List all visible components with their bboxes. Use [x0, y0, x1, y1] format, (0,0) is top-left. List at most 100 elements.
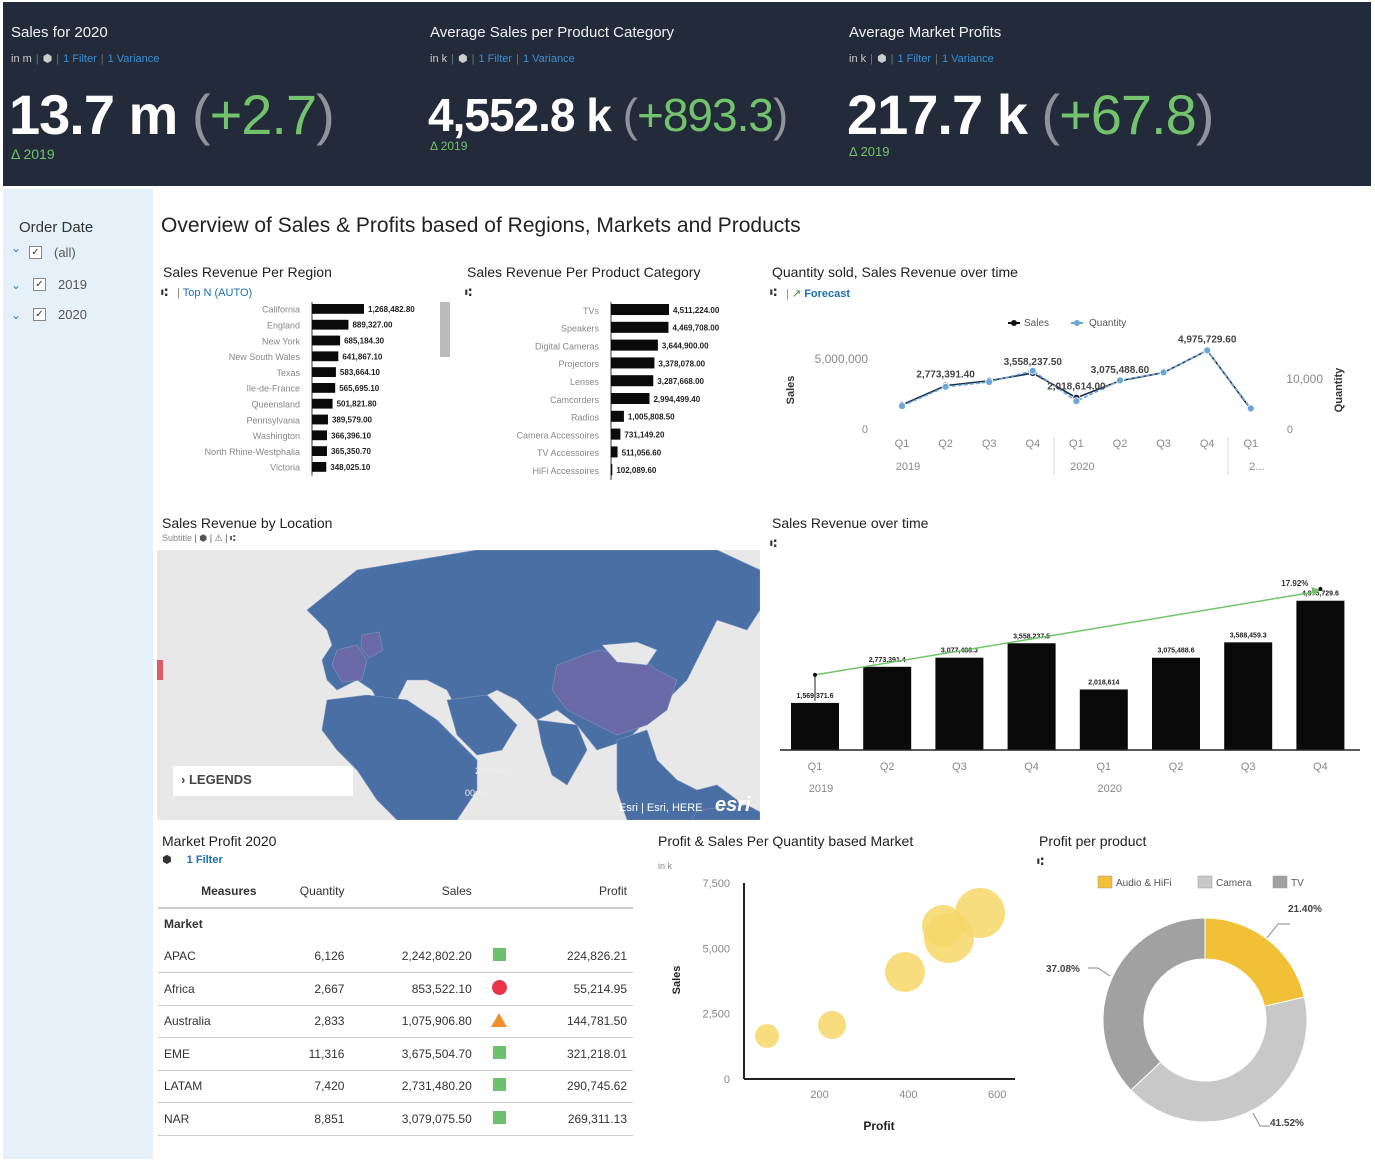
kpi-filter-link[interactable]: 1 Filter	[478, 53, 512, 65]
bar[interactable]	[312, 319, 349, 330]
table-row[interactable]: APAC 6,126 2,242,802.20 224,826.21	[158, 940, 633, 973]
bar[interactable]	[1296, 600, 1345, 750]
kpi-sales-2020[interactable]: Sales for 2020 in m | ⬢ | 1 Filter | 1 Varianc…	[3, 2, 413, 186]
line-point[interactable]	[1203, 346, 1212, 355]
bar[interactable]	[611, 446, 618, 458]
line-point[interactable]	[898, 402, 906, 410]
bar[interactable]	[863, 666, 912, 750]
bar-value-label: 4,469,708.00	[672, 324, 719, 333]
checkbox[interactable]: ✓	[33, 308, 46, 321]
kpi-filter-link[interactable]: 1 Filter	[897, 53, 931, 65]
col-header-measures[interactable]: Measures	[158, 875, 263, 909]
chevron-down-icon[interactable]: ⌄	[11, 241, 23, 255]
bar[interactable]	[312, 430, 328, 441]
donut-chart[interactable]: Audio & HiFi Camera TV 21.40% 41.52% 37.08%	[1038, 868, 1368, 1138]
x-group-label: 2020	[1070, 461, 1094, 473]
col-header-profit[interactable]: Profit	[521, 875, 633, 909]
line-point[interactable]	[985, 378, 994, 386]
bubble[interactable]	[885, 952, 925, 992]
bar[interactable]	[611, 410, 624, 422]
checkbox[interactable]: ✓	[29, 246, 42, 259]
status-warning-triangle-icon	[491, 1012, 508, 1027]
line-point[interactable]	[1028, 366, 1037, 375]
kpi-variance-link[interactable]: 1 Variance	[942, 53, 994, 65]
line-point[interactable]	[1246, 404, 1255, 413]
status-cell	[477, 972, 522, 1006]
bar[interactable]	[312, 335, 341, 346]
bar[interactable]	[791, 702, 839, 750]
filter-item-all[interactable]: ⌄ ✓ (all)	[11, 241, 76, 261]
donut-slice[interactable]	[1204, 917, 1306, 1007]
map-legends-toggle[interactable]: › LEGENDS	[173, 766, 353, 796]
bubble[interactable]	[922, 905, 964, 947]
bar[interactable]	[611, 428, 621, 440]
bubble[interactable]	[755, 1024, 779, 1048]
scatter-title: Profit & Sales Per Quantity based Market	[658, 833, 914, 849]
bar[interactable]	[312, 367, 336, 377]
bar[interactable]	[312, 398, 333, 409]
bar[interactable]	[1079, 689, 1128, 750]
table-row[interactable]: NAR 8,851 3,079,075.50 269,311.13	[158, 1102, 633, 1136]
rev-bar-chart[interactable]: 1,569,371.6Q12,773,391.4Q23,077,486.3Q33…	[775, 570, 1365, 800]
sales-cell: 853,522.10	[350, 972, 478, 1006]
kpi-value-row: 4,552.8 k (+893.3)	[428, 88, 788, 142]
bar[interactable]	[312, 383, 336, 393]
bar[interactable]	[312, 304, 364, 314]
bar[interactable]	[312, 351, 339, 362]
bubble[interactable]	[818, 1011, 846, 1039]
bar[interactable]	[312, 446, 327, 456]
legend-label: Audio & HiFi	[1116, 878, 1172, 889]
col-header-sales[interactable]: Sales	[350, 875, 478, 909]
hierarchy-icon[interactable]: ⑆	[1037, 856, 1044, 868]
bar[interactable]	[611, 321, 669, 333]
market-filter-link[interactable]: 1 Filter	[187, 854, 223, 866]
bar[interactable]	[611, 339, 658, 351]
bar[interactable]	[312, 462, 327, 472]
line-point[interactable]	[1116, 376, 1124, 385]
filter-item-2019[interactable]: ⌄ ✓ 2019	[11, 277, 87, 292]
kpi-variance-link[interactable]: 1 Variance	[523, 53, 575, 65]
y2-tick-label: 0	[1287, 424, 1293, 436]
kpi-filter-link[interactable]: 1 Filter	[63, 53, 97, 65]
bar-value-label: 3,075,488.6	[1158, 648, 1195, 655]
category-bar-chart[interactable]: TVs 4,511,224.00 Speakers 4,469,708.00 Digit…	[465, 298, 750, 483]
table-row[interactable]: Australia 2,833 1,075,906.80 144,781.50	[158, 1005, 633, 1038]
bar[interactable]	[1152, 657, 1200, 750]
bar[interactable]	[611, 304, 669, 316]
chevron-down-icon[interactable]: ⌄	[11, 278, 23, 292]
donut-slice[interactable]	[1102, 917, 1206, 1091]
bar[interactable]	[611, 375, 654, 387]
bar[interactable]	[312, 414, 328, 425]
market-filter[interactable]: ⬢ 1 Filter	[162, 853, 223, 866]
bar[interactable]	[935, 657, 984, 750]
bar[interactable]	[1007, 643, 1056, 750]
y2-axis-title: Quantity	[1333, 367, 1345, 412]
y2-tick-label: 10,000	[1286, 372, 1323, 386]
table-row[interactable]: EME 11,316 3,675,504.70 321,218.01	[158, 1037, 633, 1071]
hierarchy-icon[interactable]: ⑆	[770, 287, 777, 299]
filter-item-2020[interactable]: ⌄ ✓ 2020	[11, 307, 87, 322]
chevron-down-icon[interactable]: ⌄	[11, 308, 23, 322]
scrollbar-thumb[interactable]	[440, 302, 450, 357]
kpi-variance-link[interactable]: 1 Variance	[108, 53, 160, 65]
kpi-value-row: 217.7 k (+67.8)	[847, 82, 1214, 147]
hierarchy-icon[interactable]: ⑆	[770, 538, 777, 550]
bar[interactable]	[611, 393, 650, 405]
table-row[interactable]: Africa 2,667 853,522.10 55,214.95	[158, 972, 633, 1006]
line-point[interactable]	[941, 382, 950, 391]
forecast-link[interactable]: | ↗ Forecast	[786, 287, 850, 300]
line-point[interactable]	[1072, 397, 1081, 406]
bar[interactable]	[611, 464, 613, 476]
kpi-market-profits[interactable]: Average Market Profits in k | ⬢ | 1 Filter | 1…	[841, 2, 1251, 186]
col-header-quantity[interactable]: Quantity	[262, 875, 351, 909]
line-point[interactable]	[1159, 368, 1168, 377]
scatter-bubble-chart[interactable]: 0 2,500 5,000 7,500 200 400 600 Sales Profit	[660, 868, 1030, 1138]
bar[interactable]	[611, 357, 655, 369]
checkbox[interactable]: ✓	[33, 278, 46, 291]
kpi-avg-sales[interactable]: Average Sales per Product Category in k |…	[422, 2, 832, 186]
bar-category-label: TVs	[583, 306, 600, 316]
qty-line-chart[interactable]: 5,000,000 0 10,000 0 Sales Quantity Sales Quant…	[768, 305, 1368, 485]
bar[interactable]	[1224, 642, 1273, 750]
region-bar-chart[interactable]: California 1,268,482.80 England 889,327.00 N…	[160, 298, 460, 483]
table-row[interactable]: LATAM 7,420 2,731,480.20 290,745.62	[158, 1070, 633, 1103]
